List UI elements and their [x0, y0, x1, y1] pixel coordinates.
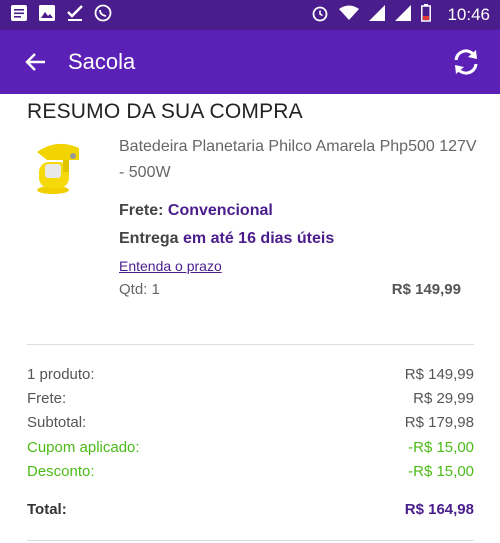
- divider: [27, 344, 474, 345]
- app-bar: Sacola: [0, 30, 500, 94]
- row-value: -R$ 15,00: [408, 439, 474, 456]
- row-value: R$ 179,98: [404, 414, 474, 431]
- check-icon: [66, 4, 84, 27]
- total-label: Total:: [27, 501, 67, 518]
- arrow-left-icon: [25, 53, 45, 71]
- image-icon: [38, 4, 56, 27]
- delivery-value: em até 16 dias úteis: [183, 230, 335, 247]
- summary-row-coupon: Cupom aplicado: -R$ 15,00: [27, 439, 474, 456]
- row-value: -R$ 15,00: [408, 463, 474, 480]
- total-value: R$ 164,98: [404, 501, 474, 518]
- status-bar: 10:46: [0, 0, 500, 30]
- item-price: R$ 149,99: [391, 281, 461, 298]
- row-value: R$ 149,99: [404, 366, 474, 383]
- row-label: Cupom aplicado:: [27, 439, 140, 456]
- summary-heading: RESUMO DA SUA COMPRA: [27, 100, 303, 123]
- shipping-method: Frete: Convencional: [119, 202, 273, 220]
- signal-icon: [395, 4, 412, 26]
- order-summary: RESUMO DA SUA COMPRA Batedeira Planetari…: [0, 94, 500, 543]
- back-button[interactable]: [18, 44, 54, 80]
- summary-row-shipping: Frete: R$ 29,99: [27, 390, 474, 407]
- row-label: 1 produto:: [27, 366, 95, 383]
- summary-row-discount: Desconto: -R$ 15,00: [27, 463, 474, 480]
- quantity: Qtd: 1: [119, 281, 160, 298]
- alarm-icon: [311, 4, 329, 27]
- divider: [27, 540, 474, 541]
- page-title: Sacola: [68, 49, 136, 74]
- understand-deadline-link[interactable]: Entenda o prazo: [119, 258, 222, 274]
- delivery-estimate: Entrega em até 16 dias úteis: [119, 230, 334, 248]
- notes-icon: [10, 4, 28, 27]
- refresh-button[interactable]: [446, 42, 486, 82]
- summary-row-total: Total: R$ 164,98: [27, 501, 474, 518]
- summary-row-products: 1 produto: R$ 149,99: [27, 366, 474, 383]
- battery-icon: [421, 3, 432, 27]
- product-name[interactable]: Batedeira Planetaria Philco Amarela Php5…: [119, 134, 479, 186]
- row-label: Frete:: [27, 390, 67, 407]
- summary-row-subtotal: Subtotal: R$ 179,98: [27, 414, 474, 431]
- wifi-icon: [339, 5, 360, 26]
- signal-icon: [369, 4, 386, 26]
- delivery-label: Entrega: [119, 230, 179, 247]
- shipping-value: Convencional: [167, 202, 273, 219]
- product-image[interactable]: [27, 134, 91, 198]
- whatsapp-icon: [94, 4, 112, 27]
- refresh-icon: [454, 49, 478, 75]
- status-time: 10:46: [447, 5, 490, 24]
- row-value: R$ 29,99: [413, 390, 474, 407]
- shipping-label: Frete:: [119, 202, 164, 219]
- row-label: Subtotal:: [27, 414, 87, 431]
- row-label: Desconto:: [27, 463, 95, 480]
